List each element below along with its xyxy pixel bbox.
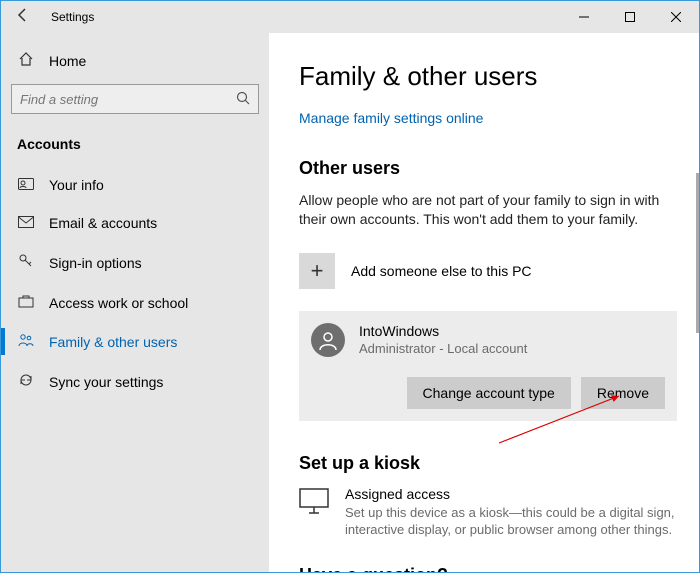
user-row[interactable]: IntoWindows Administrator - Local accoun… xyxy=(311,323,665,357)
user-card: IntoWindows Administrator - Local accoun… xyxy=(299,311,677,421)
kiosk-title: Assigned access xyxy=(345,486,677,502)
other-users-desc: Allow people who are not part of your fa… xyxy=(299,191,677,229)
question-heading: Have a question? xyxy=(299,565,677,572)
add-user-label: Add someone else to this PC xyxy=(351,263,532,279)
nav-home-label: Home xyxy=(49,53,86,69)
sidebar-section-head: Accounts xyxy=(11,130,259,166)
avatar-icon xyxy=(311,323,345,357)
page-title: Family & other users xyxy=(299,61,677,92)
sidebar-item-label: Family & other users xyxy=(49,334,177,350)
minimize-button[interactable] xyxy=(561,1,607,33)
monitor-icon xyxy=(299,486,329,517)
kiosk-subtitle: Set up this device as a kiosk—this could… xyxy=(345,504,677,539)
home-icon xyxy=(17,51,35,70)
sidebar-item-email-accounts[interactable]: Email & accounts xyxy=(11,204,259,242)
search-icon xyxy=(235,90,251,109)
briefcase-icon xyxy=(17,294,35,311)
nav-home[interactable]: Home xyxy=(11,41,259,84)
sidebar-item-label: Email & accounts xyxy=(49,215,157,231)
sidebar-item-signin-options[interactable]: Sign-in options xyxy=(11,242,259,283)
sidebar-item-your-info[interactable]: Your info xyxy=(11,166,259,204)
scroll-thumb[interactable] xyxy=(696,173,699,333)
main-content: Family & other users Manage family setti… xyxy=(269,33,699,572)
maximize-button[interactable] xyxy=(607,1,653,33)
plus-icon: + xyxy=(299,253,335,289)
user-name: IntoWindows xyxy=(359,323,527,339)
scrollbar[interactable] xyxy=(695,33,699,572)
person-card-icon xyxy=(17,177,35,193)
sidebar-item-sync-settings[interactable]: Sync your settings xyxy=(11,361,259,402)
change-account-type-button[interactable]: Change account type xyxy=(407,377,571,409)
sidebar-item-access-work-school[interactable]: Access work or school xyxy=(11,283,259,322)
other-users-heading: Other users xyxy=(299,158,677,179)
titlebar: Settings xyxy=(1,1,699,33)
sync-icon xyxy=(17,372,35,391)
sidebar-item-label: Sign-in options xyxy=(49,255,142,271)
key-icon xyxy=(17,253,35,272)
remove-button[interactable]: Remove xyxy=(581,377,665,409)
sidebar-item-label: Your info xyxy=(49,177,104,193)
sidebar-item-label: Sync your settings xyxy=(49,374,163,390)
kiosk-row[interactable]: Assigned access Set up this device as a … xyxy=(299,486,677,539)
people-icon xyxy=(17,333,35,350)
user-subtitle: Administrator - Local account xyxy=(359,341,527,356)
kiosk-heading: Set up a kiosk xyxy=(299,453,677,474)
close-button[interactable] xyxy=(653,1,699,33)
search-wrap xyxy=(11,84,259,114)
sidebar: Home Accounts Your info Email & accounts xyxy=(1,33,269,572)
search-input[interactable] xyxy=(11,84,259,114)
add-user-button[interactable]: + Add someone else to this PC xyxy=(299,247,677,295)
window-title: Settings xyxy=(45,10,94,24)
sidebar-item-label: Access work or school xyxy=(49,295,188,311)
manage-family-link[interactable]: Manage family settings online xyxy=(299,110,677,126)
mail-icon xyxy=(17,215,35,231)
back-button[interactable] xyxy=(1,7,45,28)
sidebar-item-family-other-users[interactable]: Family & other users xyxy=(11,322,259,361)
